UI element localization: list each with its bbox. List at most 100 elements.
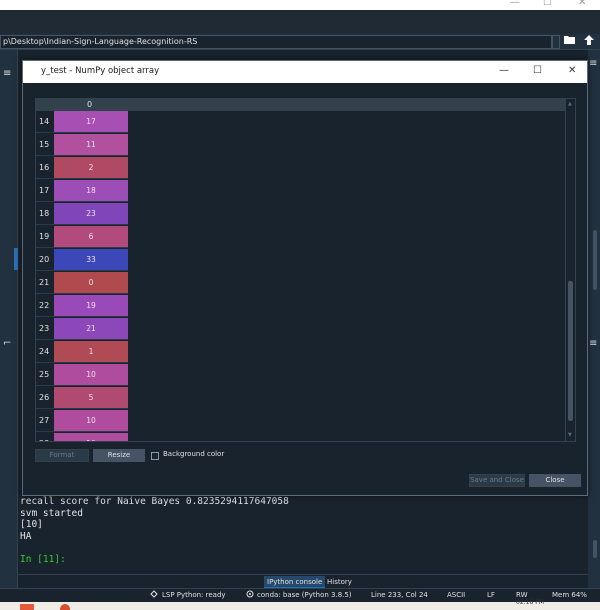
table-cell[interactable]: 19 bbox=[54, 295, 128, 317]
dialog-title: y_test - NumPy object array bbox=[41, 66, 160, 76]
table-row: 26 5 bbox=[36, 387, 565, 410]
console-line: HA bbox=[20, 530, 32, 542]
row-index: 17 bbox=[36, 180, 54, 202]
ipython-console-output[interactable]: recall score for Naive Bayes 0.823529411… bbox=[18, 490, 588, 574]
table-row: 19 6 bbox=[36, 226, 565, 249]
table-row: 15 11 bbox=[36, 134, 565, 157]
scrollbar-handle[interactable] bbox=[568, 281, 573, 421]
dialog-maximize-button[interactable]: ☐ bbox=[533, 64, 542, 78]
cursor-position: Line 233, Col 24 bbox=[371, 591, 428, 599]
dialog-titlebar: y_test - NumPy object array — ☐ ✕ bbox=[23, 61, 587, 83]
os-maximize-button[interactable]: ☐ bbox=[543, 0, 552, 8]
working-directory-bar: p\Desktop\Indian-Sign-Language-Recogniti… bbox=[0, 34, 600, 50]
row-index: 24 bbox=[36, 341, 54, 363]
row-index: 21 bbox=[36, 272, 54, 294]
array-editor-dialog: y_test - NumPy object array — ☐ ✕ 0 14 17… bbox=[22, 60, 588, 496]
table-cell[interactable]: 17 bbox=[54, 111, 128, 133]
row-index: 26 bbox=[36, 387, 54, 409]
right-pane-scrollbar[interactable] bbox=[593, 230, 597, 290]
working-directory-dropdown[interactable] bbox=[552, 35, 560, 49]
table-cell[interactable]: 1 bbox=[54, 341, 128, 363]
table-row: 23 21 bbox=[36, 318, 565, 341]
table-cell[interactable]: 10 bbox=[54, 433, 128, 441]
pane-tab-indicator bbox=[14, 248, 18, 270]
file-encoding: ASCII bbox=[447, 591, 466, 599]
console-line: [10] bbox=[20, 519, 43, 530]
save-and-close-button[interactable]: Save and Close bbox=[469, 474, 525, 487]
table-cell[interactable]: 21 bbox=[54, 318, 128, 340]
table-cell[interactable]: 5 bbox=[54, 387, 128, 409]
table-row: 20 33 bbox=[36, 249, 565, 272]
console-prompt[interactable]: In [11]: bbox=[20, 554, 586, 566]
taskbar-app-icon[interactable] bbox=[20, 604, 34, 610]
table-row: 25 10 bbox=[36, 364, 565, 387]
row-index: 27 bbox=[36, 410, 54, 432]
status-bar: LSP Python: ready conda: base (Python 3.… bbox=[0, 588, 600, 602]
row-index: 19 bbox=[36, 226, 54, 248]
row-index: 28 bbox=[36, 433, 54, 441]
console-tab-bar: IPython console History bbox=[18, 574, 588, 588]
tab-history[interactable]: History bbox=[324, 576, 355, 588]
table-cell[interactable]: 0 bbox=[54, 272, 128, 294]
taskbar-browser-icon[interactable] bbox=[60, 604, 70, 610]
folder-open-icon[interactable] bbox=[564, 35, 576, 49]
table-cell[interactable]: 10 bbox=[54, 364, 128, 386]
close-button[interactable]: Close bbox=[529, 474, 581, 487]
pane-corner-icon: ⌐ bbox=[3, 338, 12, 349]
resize-button[interactable]: Resize bbox=[93, 449, 145, 462]
conda-status: conda: base (Python 3.8.5) bbox=[257, 591, 352, 599]
table-row: 18 23 bbox=[36, 203, 565, 226]
app-menubar bbox=[0, 10, 600, 34]
scroll-up-icon[interactable]: ▲ bbox=[568, 101, 572, 107]
column-header[interactable]: 0 bbox=[60, 99, 565, 111]
taskbar-clock: 02:16 PM bbox=[516, 599, 544, 606]
table-row: 22 19 bbox=[36, 295, 565, 318]
format-button[interactable]: Format bbox=[35, 449, 89, 462]
memory-usage: Mem 64% bbox=[552, 591, 587, 599]
console-scrollbar[interactable] bbox=[593, 540, 597, 558]
table-cell[interactable]: 11 bbox=[54, 134, 128, 156]
hamburger-menu-icon-right[interactable]: ≡ bbox=[589, 58, 597, 69]
background-color-checkbox[interactable] bbox=[151, 452, 159, 460]
table-cell[interactable]: 33 bbox=[54, 249, 128, 271]
row-index: 23 bbox=[36, 318, 54, 340]
table-row: 2810 bbox=[36, 433, 565, 441]
line-endings: LF bbox=[487, 591, 495, 599]
os-minimize-button[interactable]: — bbox=[510, 0, 520, 8]
table-vertical-scrollbar[interactable]: ▲ ▼ bbox=[565, 99, 575, 441]
left-pane-edge: ≡ ⌐ bbox=[0, 50, 18, 600]
table-row: 24 1 bbox=[36, 341, 565, 364]
os-taskbar: 02:16 PM bbox=[0, 599, 600, 610]
dialog-minimize-button[interactable]: — bbox=[499, 64, 509, 78]
table-cell[interactable]: 6 bbox=[54, 226, 128, 248]
table-cell[interactable]: 18 bbox=[54, 180, 128, 202]
table-row: 16 2 bbox=[36, 157, 565, 180]
hamburger-menu-icon[interactable]: ≡ bbox=[3, 68, 11, 79]
hamburger-menu-icon-right-lower[interactable]: ≡ bbox=[589, 338, 597, 349]
table-corner bbox=[36, 99, 60, 111]
os-close-button[interactable]: ✕ bbox=[578, 0, 586, 8]
tab-ipython-console[interactable]: IPython console bbox=[264, 576, 326, 588]
table-row: 21 0 bbox=[36, 272, 565, 295]
table-cell[interactable]: 10 bbox=[54, 410, 128, 432]
console-line: svm started bbox=[20, 507, 83, 519]
row-index: 14 bbox=[36, 111, 54, 133]
table-rows: 14 17 15 11 16 2 17 18 18 23 19 6 20 33 21 0 22 19 23 21 24 1… bbox=[36, 111, 565, 441]
table-row: 27 10 bbox=[36, 410, 565, 433]
lsp-status: LSP Python: ready bbox=[162, 591, 226, 599]
row-index: 22 bbox=[36, 295, 54, 317]
table-cell[interactable]: 23 bbox=[54, 203, 128, 225]
array-table[interactable]: 0 14 17 15 11 16 2 17 18 18 23 19 6 20 33 21 0 22 19 23 21 2… bbox=[35, 98, 576, 442]
table-row: 17 18 bbox=[36, 180, 565, 203]
table-cell[interactable]: 2 bbox=[54, 157, 128, 179]
working-directory-input[interactable]: p\Desktop\Indian-Sign-Language-Recogniti… bbox=[0, 35, 552, 49]
table-row: 14 17 bbox=[36, 111, 565, 134]
arrow-up-icon[interactable] bbox=[584, 35, 594, 49]
conda-icon bbox=[246, 589, 254, 602]
dialog-close-button[interactable]: ✕ bbox=[568, 64, 576, 78]
right-pane-edge: ≡ ≡ bbox=[588, 50, 600, 600]
row-index: 15 bbox=[36, 134, 54, 156]
row-index: 20 bbox=[36, 249, 54, 271]
scroll-down-icon[interactable]: ▼ bbox=[568, 432, 572, 438]
row-index: 25 bbox=[36, 364, 54, 386]
